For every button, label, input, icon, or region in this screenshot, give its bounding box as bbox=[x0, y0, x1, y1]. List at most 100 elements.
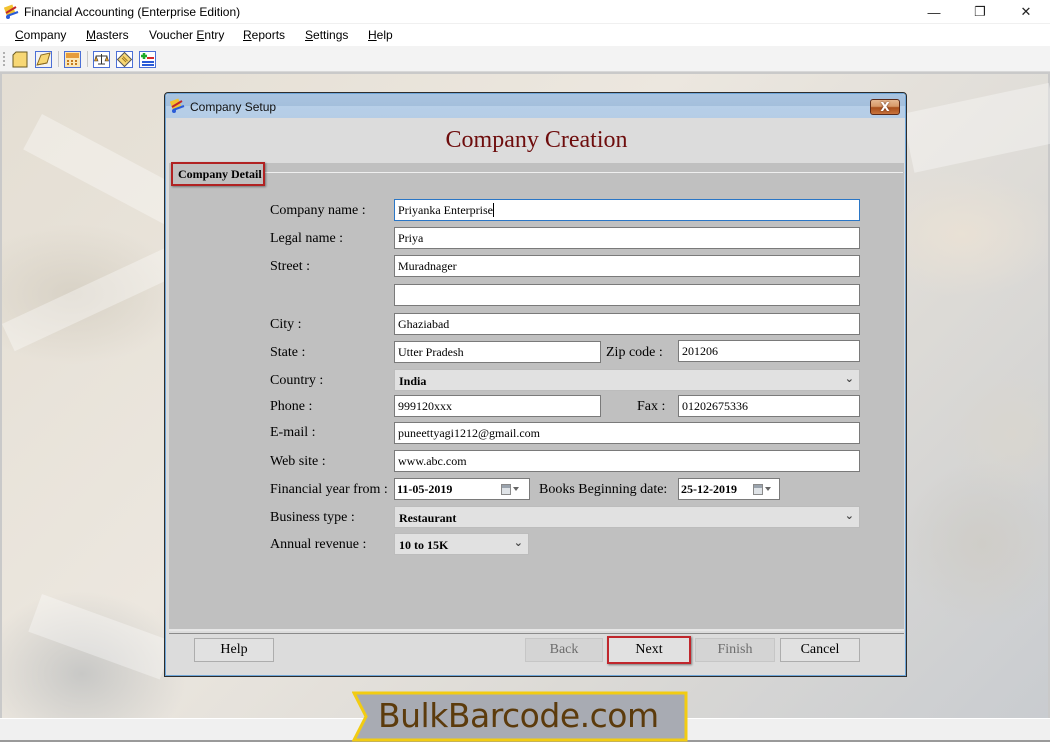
state-label: State : bbox=[270, 345, 306, 360]
panel-divider bbox=[169, 629, 904, 631]
close-icon: ✕ bbox=[1020, 4, 1032, 19]
calendar-dropdown-button[interactable] bbox=[753, 482, 775, 496]
city-label: City : bbox=[270, 317, 302, 332]
watermark-banner: BulkBarcode.com bbox=[352, 691, 688, 742]
text-caret bbox=[492, 203, 494, 217]
toolbar-separator bbox=[58, 51, 59, 67]
calculator-icon[interactable] bbox=[64, 51, 81, 68]
app-logo-icon bbox=[170, 98, 185, 113]
phone-label: Phone : bbox=[270, 399, 313, 414]
menu-help[interactable]: Help bbox=[368, 28, 393, 42]
background-decoration bbox=[902, 82, 1050, 173]
company-name-input[interactable]: Priyanka Enterprise bbox=[394, 199, 860, 221]
menu-label: eports bbox=[251, 28, 286, 42]
calendar-icon bbox=[501, 483, 511, 495]
window-title: Financial Accounting (Enterprise Edition… bbox=[24, 5, 241, 19]
dialog-title: Company Setup bbox=[190, 100, 277, 114]
dialog-titlebar[interactable]: Company Setup X bbox=[166, 94, 905, 118]
country-select[interactable]: India ⌄ bbox=[394, 369, 860, 391]
calendar-dropdown-button[interactable] bbox=[501, 482, 523, 496]
fax-input[interactable]: 01202675336 bbox=[678, 395, 860, 417]
financial-year-label: Financial year from : bbox=[270, 482, 388, 497]
minimize-icon: — bbox=[927, 4, 941, 20]
zip-code-label: Zip code : bbox=[606, 345, 663, 360]
legal-name-input[interactable]: Priya bbox=[394, 227, 860, 249]
page-title: Company Creation bbox=[445, 127, 628, 153]
toolbar bbox=[0, 46, 1050, 72]
dropdown-arrow-icon bbox=[765, 487, 771, 491]
financial-year-value: 11-05-2019 bbox=[397, 482, 453, 496]
menu-voucher-entry[interactable]: Voucher Entry bbox=[149, 28, 224, 42]
new-company-icon[interactable] bbox=[12, 51, 29, 68]
dialog-header: Company Creation bbox=[169, 119, 904, 163]
menu-label: asters bbox=[96, 28, 129, 42]
city-input[interactable]: Ghaziabad bbox=[394, 313, 860, 335]
website-input[interactable]: www.abc.com bbox=[394, 450, 860, 472]
menu-label: Voucher bbox=[149, 28, 197, 42]
company-name-value: Priyanka Enterprise bbox=[398, 203, 493, 217]
maximize-button[interactable]: ❐ bbox=[957, 0, 1003, 24]
books-beginning-date-picker[interactable]: 25-12-2019 bbox=[678, 478, 780, 500]
menu-mnemonic: R bbox=[243, 28, 252, 42]
website-label: Web site : bbox=[270, 454, 326, 469]
business-type-select[interactable]: Restaurant ⌄ bbox=[394, 506, 860, 528]
app-logo-icon bbox=[4, 4, 19, 19]
company-setup-dialog: Company Setup X Company Creation Company… bbox=[164, 92, 907, 677]
calendar-icon bbox=[753, 483, 763, 495]
dialog-close-button[interactable]: X bbox=[870, 99, 900, 115]
menu-label: ompany bbox=[23, 28, 67, 42]
street-input[interactable]: Muradnager bbox=[394, 255, 860, 277]
background-decoration bbox=[28, 594, 174, 680]
zip-code-input[interactable]: 201206 bbox=[678, 340, 860, 362]
annual-revenue-label: Annual revenue : bbox=[270, 537, 367, 552]
close-icon: X bbox=[880, 100, 890, 114]
business-type-value: Restaurant bbox=[399, 511, 457, 525]
watermark-text: BulkBarcode.com bbox=[378, 696, 659, 735]
email-label: E-mail : bbox=[270, 425, 316, 440]
email-input[interactable]: puneettyagi1212@gmail.com bbox=[394, 422, 860, 444]
next-button[interactable]: Next bbox=[607, 636, 691, 664]
minimize-button[interactable]: — bbox=[911, 0, 957, 24]
chevron-down-icon: ⌄ bbox=[844, 509, 854, 522]
street-line2-input[interactable] bbox=[394, 284, 860, 306]
menu-mnemonic: M bbox=[86, 28, 96, 42]
annual-revenue-value: 10 to 15K bbox=[399, 538, 449, 552]
menu-label: ettings bbox=[313, 28, 349, 42]
company-name-label: Company name : bbox=[270, 203, 366, 218]
toolbar-separator bbox=[87, 51, 88, 67]
balance-scale-icon[interactable] bbox=[93, 51, 110, 68]
financial-year-date-picker[interactable]: 11-05-2019 bbox=[394, 478, 530, 500]
menu-mnemonic: H bbox=[368, 28, 377, 42]
help-button[interactable]: Help bbox=[194, 638, 274, 662]
dropdown-arrow-icon bbox=[513, 487, 519, 491]
menu-masters[interactable]: Masters bbox=[86, 28, 129, 42]
add-remove-icon[interactable] bbox=[139, 51, 156, 68]
menu-label: ntry bbox=[204, 28, 225, 42]
phone-input[interactable]: 999120xxx bbox=[394, 395, 601, 417]
fax-label: Fax : bbox=[637, 399, 666, 414]
open-company-icon[interactable] bbox=[35, 51, 52, 68]
group-divider bbox=[265, 172, 903, 173]
finish-button[interactable]: Finish bbox=[695, 638, 775, 662]
back-button[interactable]: Back bbox=[525, 638, 603, 662]
toolbar-grip[interactable] bbox=[3, 52, 5, 66]
menu-label: elp bbox=[376, 28, 393, 42]
cancel-button[interactable]: Cancel bbox=[780, 638, 860, 662]
business-type-label: Business type : bbox=[270, 510, 355, 525]
company-detail-group-label: Company Detail bbox=[171, 162, 265, 186]
state-input[interactable]: Utter Pradesh bbox=[394, 341, 601, 363]
annual-revenue-select[interactable]: 10 to 15K ⌄ bbox=[394, 533, 529, 555]
menu-mnemonic: S bbox=[305, 28, 314, 42]
menu-settings[interactable]: Settings bbox=[305, 28, 348, 42]
menu-bar: Company Masters Voucher Entry Reports Se… bbox=[0, 24, 1050, 46]
country-label: Country : bbox=[270, 373, 324, 388]
close-button[interactable]: ✕ bbox=[1003, 0, 1049, 24]
company-detail-panel: Company Detail Company name : Priyanka E… bbox=[169, 162, 904, 631]
street-label: Street : bbox=[270, 259, 311, 274]
menu-company[interactable]: Company bbox=[15, 28, 66, 42]
country-value: India bbox=[399, 374, 427, 388]
notepad-icon[interactable] bbox=[116, 51, 133, 68]
menu-reports[interactable]: Reports bbox=[243, 28, 285, 42]
restore-icon: ❐ bbox=[974, 4, 986, 19]
legal-name-label: Legal name : bbox=[270, 231, 344, 246]
